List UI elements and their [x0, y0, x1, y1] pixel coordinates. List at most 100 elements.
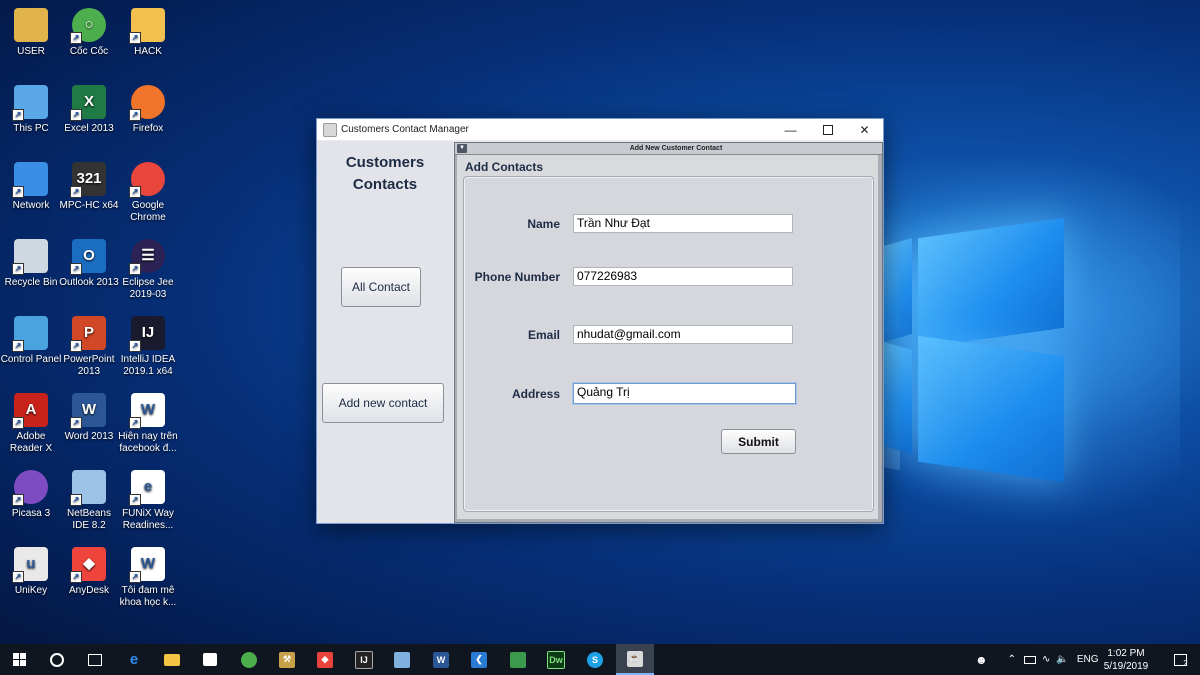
desktop-icon[interactable]: ↗ Picasa 3 [0, 470, 62, 520]
shortcut-arrow-icon: ↗ [70, 109, 82, 121]
shortcut-arrow-icon: ↗ [12, 340, 24, 352]
vscode-icon: ❮ [471, 651, 487, 668]
unikey-icon: u ↗ [12, 547, 48, 583]
desktop-icon[interactable]: ☰ ↗ Eclipse Jee 2019-03 [117, 239, 179, 301]
frame-menu-icon[interactable]: ▼ [457, 144, 467, 153]
window-title: Customers Contact Manager [341, 124, 469, 135]
desktop-icon[interactable]: ↗ Recycle Bin [0, 239, 62, 289]
shortcut-arrow-icon: ↗ [12, 571, 24, 583]
desktop-icon-label: Control Panel [0, 354, 62, 365]
maximize-button[interactable] [809, 119, 846, 140]
desktop-icon[interactable]: USER [0, 8, 62, 58]
taskbar-anydesk[interactable]: ◆ [306, 644, 344, 675]
taskbar-store[interactable] [191, 644, 229, 675]
desktop-icon[interactable]: A ↗ Adobe Reader X [0, 393, 62, 455]
taskbar-intellij[interactable]: IJ [345, 644, 383, 675]
adobe-reader-icon: A ↗ [12, 393, 48, 429]
desktop-icon-label: HACK [134, 46, 162, 57]
internal-frame-body: Add Contacts Name Trần Như Đạt Phone Num… [457, 155, 878, 519]
chrome-icon: ↗ [129, 162, 165, 198]
shortcut-arrow-icon: ↗ [12, 109, 24, 121]
java-app-icon: ☕ [627, 650, 643, 667]
name-field[interactable]: Trần Như Đạt [573, 214, 793, 233]
minimize-button[interactable]: — [772, 119, 809, 140]
taskbar-vscode[interactable]: ❮ [460, 644, 498, 675]
task-view-icon [88, 653, 102, 666]
start-button[interactable] [0, 644, 38, 675]
taskbar-dreamweaver[interactable]: Dw [537, 644, 575, 675]
desktop-icon[interactable]: ↗ Network [0, 162, 62, 212]
word-document-icon: W ↗ [129, 547, 165, 583]
desktop-icon[interactable]: W ↗ Hiện nay trên facebook đ... [117, 393, 179, 455]
netbeans-icon [394, 651, 410, 668]
desktop-icon-label: Tôi đam mê khoa học k... [119, 585, 177, 608]
excel-icon: X ↗ [70, 85, 106, 121]
shortcut-arrow-icon: ↗ [129, 32, 141, 44]
desktop-icon[interactable]: ↗ Firefox [117, 85, 179, 135]
desktop-icon-label: Outlook 2013 [59, 277, 119, 288]
desktop-icon[interactable]: ○ ↗ Cốc Cốc [58, 8, 120, 58]
desktop-icon[interactable]: e ↗ FUNiX Way Readines... [117, 470, 179, 532]
taskbar-coccoc[interactable] [230, 644, 268, 675]
desktop-icon[interactable]: IJ ↗ IntelliJ IDEA 2019.1 x64 [117, 316, 179, 378]
task-view-button[interactable] [76, 644, 114, 675]
chevron-up-icon[interactable]: ⌃ [1008, 654, 1016, 665]
desktop-icon[interactable]: P ↗ PowerPoint 2013 [58, 316, 120, 378]
address-label: Address [511, 387, 560, 401]
pdf-icon: e ↗ [129, 470, 165, 506]
volume-icon[interactable]: 🔈 [1056, 654, 1068, 665]
all-contact-button[interactable]: All Contact [341, 267, 421, 307]
shortcut-arrow-icon: ↗ [12, 263, 24, 275]
desktop-icon[interactable]: u ↗ UniKey [0, 547, 62, 597]
taskbar-word[interactable]: W [422, 644, 460, 675]
action-center-button[interactable]: 2 [1162, 644, 1200, 675]
desktop-icon-label: Picasa 3 [11, 508, 51, 519]
window-titlebar[interactable]: Customers Contact Manager — ✕ [317, 119, 883, 140]
desktop-icon[interactable]: 321 ↗ MPC-HC x64 [58, 162, 120, 212]
netbeans-icon: ↗ [70, 470, 106, 506]
cortana-button[interactable] [38, 644, 76, 675]
coccoc-icon [241, 651, 257, 668]
add-new-contact-button[interactable]: Add new contact [322, 383, 444, 423]
submit-button[interactable]: Submit [721, 429, 796, 454]
desktop-icon[interactable]: ↗ HACK [117, 8, 179, 58]
internal-frame-titlebar[interactable]: ▼ Add New Customer Contact [455, 143, 882, 155]
user-folder-icon [14, 8, 48, 42]
desktop-icon[interactable]: ↗ This PC [0, 85, 62, 135]
word-icon: W [433, 651, 449, 668]
battery-icon[interactable] [1024, 655, 1037, 664]
desktop-icon-label: NetBeans IDE 8.2 [67, 508, 111, 531]
shortcut-arrow-icon: ↗ [70, 263, 82, 275]
desktop-icon[interactable]: O ↗ Outlook 2013 [58, 239, 120, 289]
close-icon: ✕ [859, 122, 870, 137]
wifi-icon[interactable]: ∿ [1042, 654, 1050, 665]
desktop-icon-label: Eclipse Jee 2019-03 [122, 277, 174, 300]
desktop-icon[interactable]: ↗ Control Panel [0, 316, 62, 366]
address-field[interactable]: Quảng Trị [573, 383, 796, 404]
clock[interactable]: 1:02 PM 5/19/2019 [1096, 647, 1156, 673]
taskbar-excel-app[interactable] [499, 644, 537, 675]
email-field[interactable]: nhudat@gmail.com [573, 325, 793, 344]
desktop-icon[interactable]: ↗ NetBeans IDE 8.2 [58, 470, 120, 532]
desktop-icon[interactable]: W ↗ Tôi đam mê khoa học k... [117, 547, 179, 609]
word-icon: W ↗ [70, 393, 106, 429]
desktop-icon[interactable]: ↗ Google Chrome [117, 162, 179, 224]
taskbar-tools[interactable]: ⚒ [268, 644, 306, 675]
desktop-icon[interactable]: ◆ ↗ AnyDesk [58, 547, 120, 597]
phone-number-field[interactable]: 077226983 [573, 267, 793, 286]
taskbar-java-app[interactable]: ☕ [616, 644, 654, 675]
desktop-icon[interactable]: X ↗ Excel 2013 [58, 85, 120, 135]
minimize-icon: — [784, 122, 797, 137]
taskbar-file-explorer[interactable] [153, 644, 191, 675]
taskbar-netbeans[interactable] [383, 644, 421, 675]
desktop-icon-label: Network [12, 200, 50, 211]
taskbar-skype[interactable]: S [576, 644, 614, 675]
windows-logo-pane [918, 217, 1064, 349]
close-button[interactable]: ✕ [846, 119, 883, 140]
people-icon[interactable]: ☻ [975, 653, 988, 667]
system-tray: ☻ ⌃ ∿ 🔈 ENG [975, 644, 1099, 675]
desktop-icon[interactable]: W ↗ Word 2013 [58, 393, 120, 443]
desktop-icon-label: This PC [13, 123, 49, 134]
taskbar-edge[interactable]: e [115, 644, 153, 675]
customers-contact-manager-window: Customers Contact Manager — ✕ Customers … [316, 118, 884, 524]
